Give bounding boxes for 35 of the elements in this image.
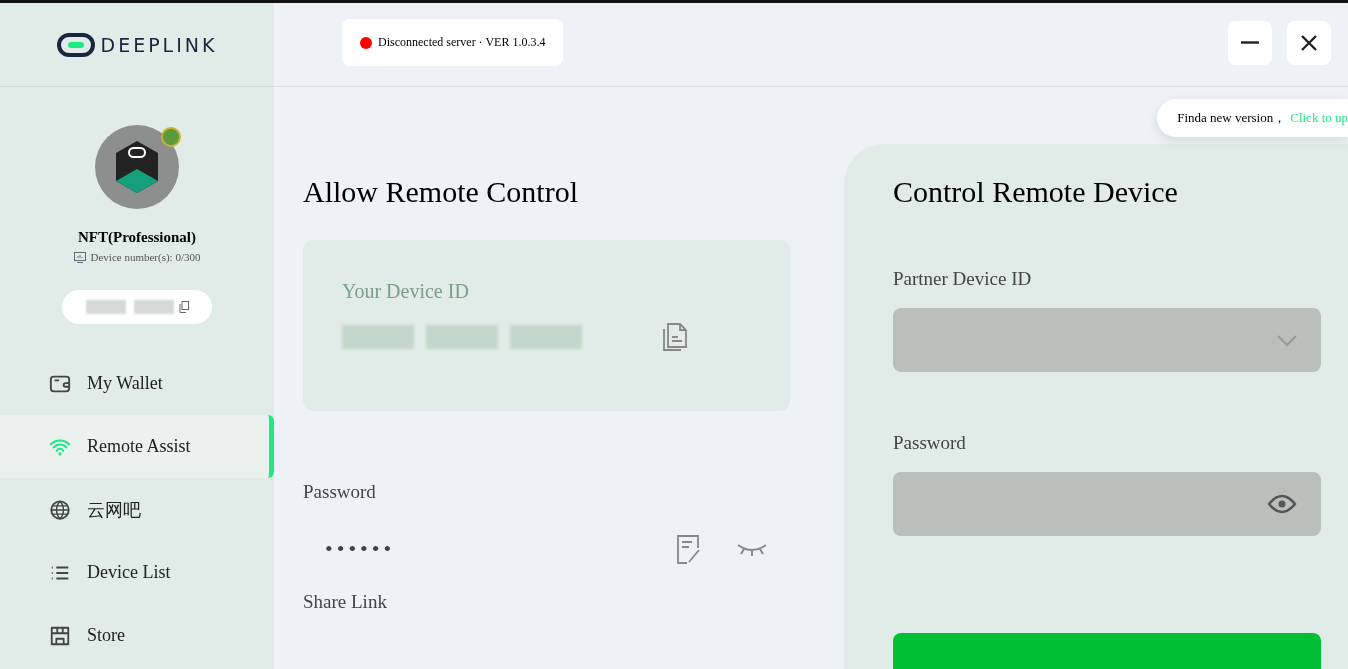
eye-icon[interactable] [1267,494,1297,514]
partner-id-label: Partner Device ID [893,268,1033,290]
logo-icon [56,32,95,57]
globe-icon [49,498,71,521]
nav-item[interactable]: My Wallet [0,352,274,415]
monitor-icon [73,251,86,263]
password-mask: •••••• [325,536,397,562]
store-icon [49,624,71,647]
close-button[interactable] [1287,20,1331,65]
copy-icon[interactable] [178,301,189,313]
password-label: Password [893,432,967,454]
nav-item[interactable]: 云网吧 [0,478,274,541]
password-field[interactable] [893,472,1321,536]
logo-text: DEEPLINK [100,33,218,56]
minimize-button[interactable] [1228,20,1272,65]
chevron-down-icon [1277,334,1297,346]
password-label: Password [303,481,377,503]
cube-drawing [114,139,160,195]
nav-item[interactable]: Store [0,604,274,667]
copy-icon[interactable] [662,323,688,351]
share-link-label: Share Link [303,591,388,613]
close-icon [1300,33,1318,52]
nav-item[interactable]: Remote Assist [0,415,274,478]
toast-text: Finda new version， [1177,109,1287,127]
device-count: Device number(s): 0/300 [90,251,201,263]
profile-title: NFT(Professional) [77,229,196,246]
nav-item[interactable]: Device List [0,541,274,604]
section-title: Allow Remote Control [303,174,579,210]
minimize-icon [1240,41,1260,44]
edit-icon[interactable] [676,534,702,564]
badge-icon [161,127,181,147]
status-text: Disconnected server · VER 1.0.3.4 [378,35,546,50]
section-title: Control Remote Device [893,174,1179,210]
eye-closed-icon[interactable] [736,541,768,557]
device-id-label: Your Device ID [342,280,470,303]
